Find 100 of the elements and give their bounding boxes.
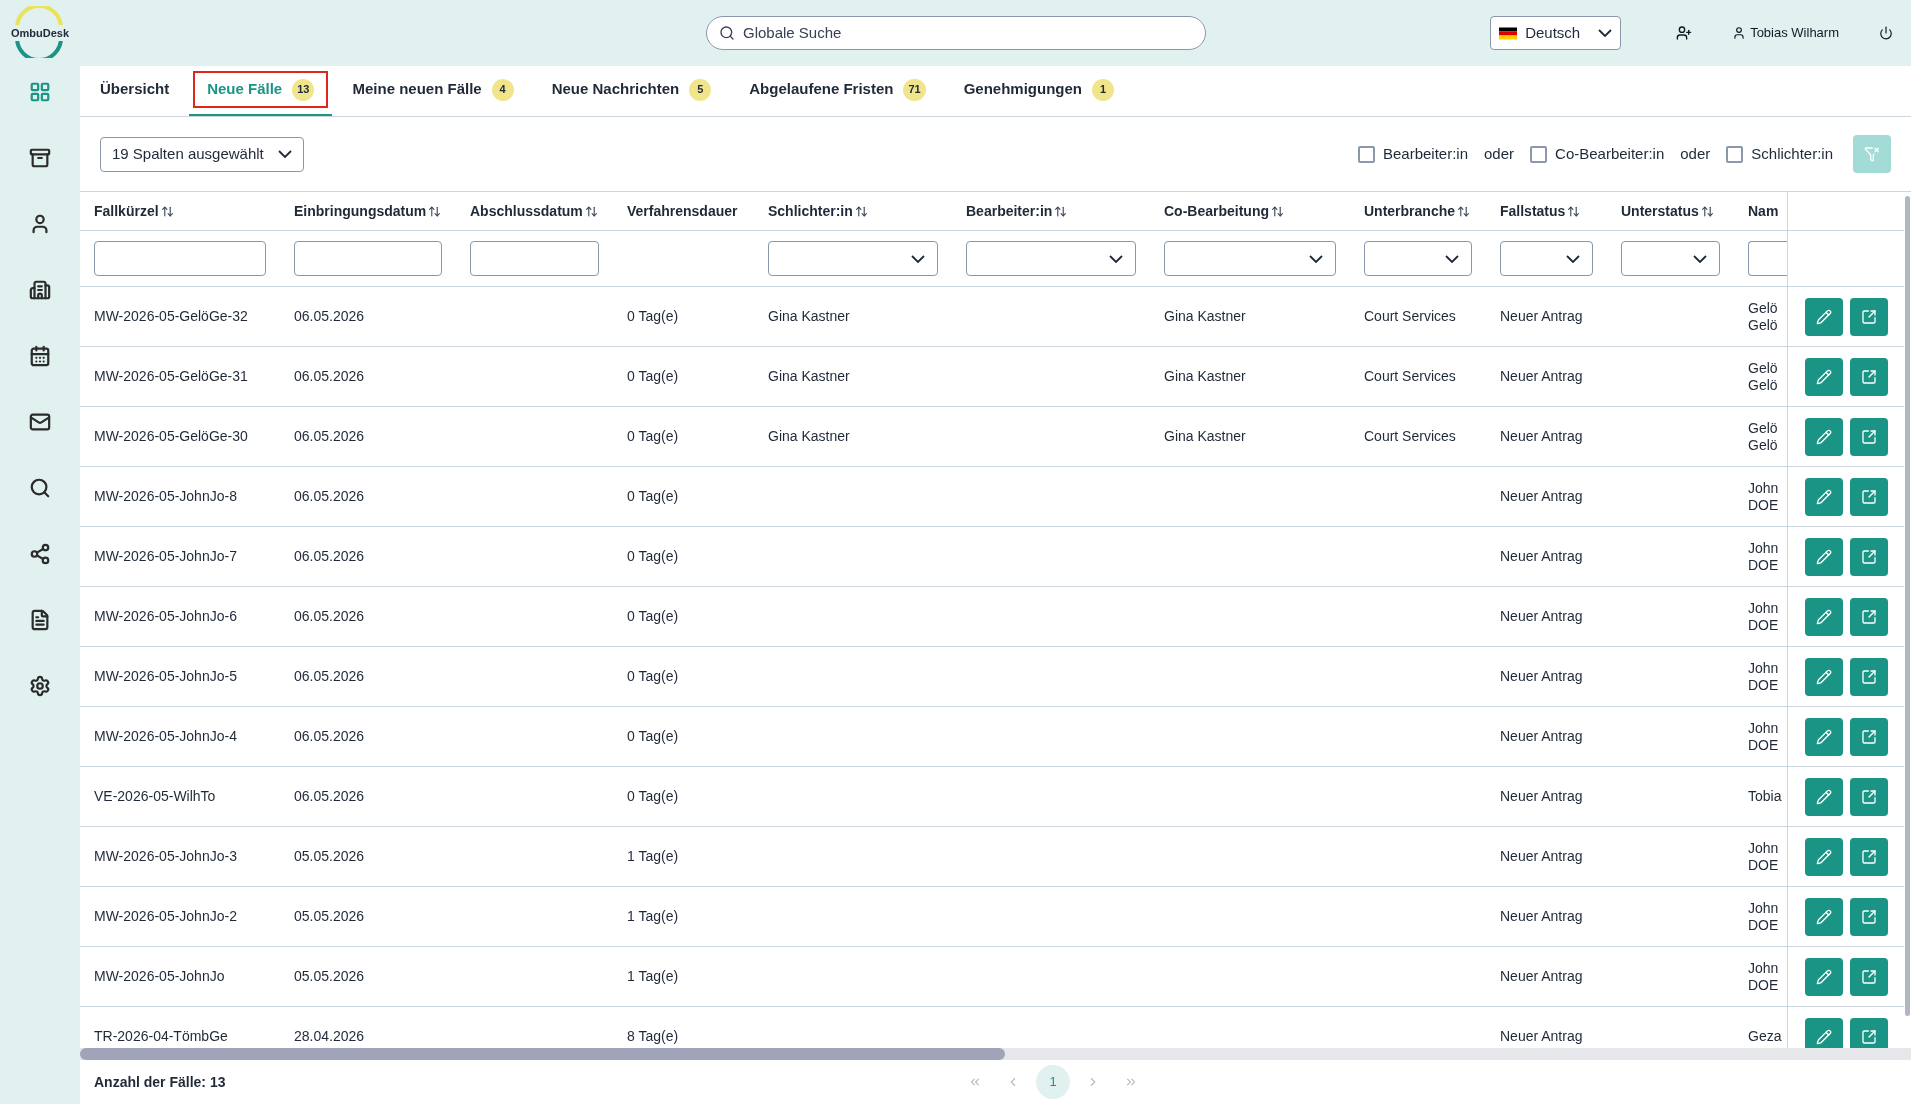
edit-button[interactable]	[1804, 777, 1843, 816]
table-cell-text: Gina Kastner	[768, 307, 850, 326]
pencil-icon	[1815, 728, 1832, 745]
open-button[interactable]	[1849, 957, 1888, 996]
sort-icon[interactable]	[1054, 204, 1068, 218]
table-cell-text: TR-2026-04-TömbGe	[94, 1027, 228, 1046]
column-header[interactable]: Fallstatus	[1500, 200, 1566, 222]
filter-field[interactable]	[470, 241, 599, 276]
sort-icon[interactable]	[1271, 204, 1284, 218]
user-plus-icon[interactable]	[1676, 25, 1693, 41]
double-chevron-right-icon	[1124, 1075, 1138, 1089]
table-cell-text: 06.05.2026	[294, 607, 365, 626]
edit-button[interactable]	[1804, 897, 1843, 936]
tab[interactable]: Neue Nachrichten 5	[533, 65, 730, 116]
open-button[interactable]	[1849, 477, 1888, 516]
sort-icon[interactable]	[428, 204, 442, 218]
column-header[interactable]: Abschlussdatum	[470, 200, 583, 222]
tab[interactable]: Übersicht	[82, 65, 188, 116]
open-button[interactable]	[1849, 897, 1888, 936]
filter-select[interactable]	[1364, 241, 1472, 276]
edit-button[interactable]	[1804, 1017, 1843, 1048]
table-cell-text: MW-2026-05-JohnJo-6	[94, 607, 237, 626]
sort-icon[interactable]	[160, 204, 174, 218]
table-cell-text: 0 Tag(e)	[627, 367, 679, 386]
double-chevron-left-icon	[968, 1075, 982, 1089]
tab[interactable]: Abgelaufene Fristen 71	[731, 65, 944, 116]
pencil-icon	[1815, 428, 1832, 445]
caret-icon	[1309, 254, 1323, 263]
open-button[interactable]	[1849, 657, 1888, 696]
column-header[interactable]: Unterbranche	[1364, 200, 1456, 222]
column-header[interactable]: Bearbeiter:in	[966, 200, 1053, 222]
checkbox[interactable]	[1530, 145, 1548, 163]
filter-select[interactable]	[768, 241, 938, 276]
checkbox[interactable]	[1357, 145, 1375, 163]
table-cell-text: 0 Tag(e)	[627, 487, 679, 506]
column-header[interactable]: Verfahrensdauer	[627, 200, 738, 222]
table-cell-text: MW-2026-05-JohnJo-4	[94, 727, 237, 746]
filter-field[interactable]	[294, 241, 442, 276]
open-button[interactable]	[1849, 717, 1888, 756]
horizontal-scrollbar[interactable]	[80, 1048, 1911, 1060]
filter-select[interactable]	[966, 241, 1136, 276]
open-button[interactable]	[1849, 597, 1888, 636]
edit-button[interactable]	[1804, 957, 1843, 996]
open-button[interactable]	[1849, 777, 1888, 816]
edit-button[interactable]	[1804, 537, 1843, 576]
table-cell-text: Gina Kastner	[768, 367, 850, 386]
columns-select[interactable]: 19 Spalten ausgewählt	[100, 136, 304, 172]
tab[interactable]: Meine neuen Fälle 4	[334, 65, 532, 116]
edit-button[interactable]	[1804, 597, 1843, 636]
column-header[interactable]: Unterstatus	[1621, 200, 1699, 222]
caret-icon	[1693, 254, 1707, 263]
filter-field[interactable]	[1748, 241, 1787, 276]
open-button[interactable]	[1849, 837, 1888, 876]
sort-icon[interactable]	[854, 204, 868, 218]
sort-icon[interactable]	[1700, 204, 1714, 218]
tab[interactable]: Genehmigungen 1	[945, 65, 1132, 116]
filter-field[interactable]	[94, 241, 266, 276]
table-cell-text: 06.05.2026	[294, 547, 365, 566]
open-button[interactable]	[1849, 357, 1888, 396]
sort-icon[interactable]	[1567, 204, 1581, 218]
edit-button[interactable]	[1804, 357, 1843, 396]
open-button[interactable]	[1849, 417, 1888, 456]
column-header[interactable]: Co-Bearbeitung	[1164, 200, 1269, 222]
edit-button[interactable]	[1804, 717, 1843, 756]
sort-icon[interactable]	[584, 204, 598, 218]
filter-select[interactable]	[1500, 241, 1593, 276]
table-cell-text: Neuer Antrag	[1500, 607, 1583, 626]
open-button[interactable]	[1849, 537, 1888, 576]
sort-icon[interactable]	[1457, 204, 1471, 218]
vertical-scrollbar[interactable]	[1905, 196, 1910, 1016]
edit-button[interactable]	[1804, 417, 1843, 456]
edit-button[interactable]	[1804, 837, 1843, 876]
table-cell-text: MW-2026-05-JohnJo-2	[94, 907, 237, 926]
pencil-icon	[1815, 668, 1832, 685]
column-header[interactable]: Schlichter:in	[768, 200, 853, 222]
table-cell-text: 0 Tag(e)	[627, 787, 679, 806]
search-icon	[719, 25, 735, 41]
open-button[interactable]	[1849, 297, 1888, 336]
search-field[interactable]: Globale Suche	[706, 16, 1206, 50]
external-link-icon	[1860, 308, 1877, 325]
language-select[interactable]: Deutsch	[1490, 16, 1622, 50]
table-cell-text: 28.04.2026	[294, 1027, 365, 1046]
open-button[interactable]	[1849, 1017, 1888, 1048]
table-cell: Gelö Gelö	[1748, 419, 1778, 454]
search-input[interactable]: Globale Suche	[743, 21, 1193, 45]
edit-button[interactable]	[1804, 297, 1843, 336]
edit-button[interactable]	[1804, 477, 1843, 516]
column-header[interactable]: Einbringungsdatum	[294, 200, 427, 222]
table-cell: John DOE	[1748, 599, 1779, 634]
table-cell-text: VE-2026-05-WilhTo	[94, 787, 216, 806]
filter-select[interactable]	[1164, 241, 1336, 276]
filter-select[interactable]	[1621, 241, 1720, 276]
caret-icon	[1566, 254, 1580, 263]
table-cell-text: Neuer Antrag	[1500, 847, 1583, 866]
user-menu[interactable]: Tobias Wilharm	[1732, 23, 1839, 43]
column-header[interactable]: Nam	[1748, 200, 1779, 222]
edit-button[interactable]	[1804, 657, 1843, 696]
column-header[interactable]: Fallkürzel	[94, 200, 159, 222]
power-icon[interactable]	[1879, 26, 1893, 40]
checkbox[interactable]	[1726, 145, 1744, 163]
